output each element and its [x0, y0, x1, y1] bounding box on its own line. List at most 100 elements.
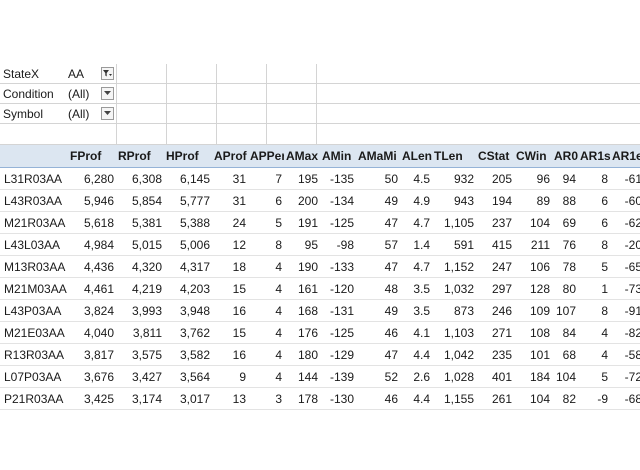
- value-cell[interactable]: 6: [248, 189, 284, 212]
- value-cell[interactable]: 108: [514, 321, 552, 344]
- value-cell[interactable]: 1,103: [432, 321, 476, 344]
- value-cell[interactable]: 15: [212, 321, 248, 344]
- value-cell[interactable]: -91: [610, 299, 640, 322]
- value-cell[interactable]: 297: [476, 277, 514, 300]
- value-cell[interactable]: 104: [514, 211, 552, 234]
- value-cell[interactable]: 76: [552, 233, 578, 256]
- value-cell[interactable]: 57: [356, 233, 400, 256]
- value-cell[interactable]: 6,145: [164, 167, 212, 190]
- value-cell[interactable]: 237: [476, 211, 514, 234]
- value-cell[interactable]: 195: [284, 167, 320, 190]
- value-cell[interactable]: 3,564: [164, 365, 212, 388]
- value-cell[interactable]: 3,427: [116, 365, 164, 388]
- value-cell[interactable]: 1,042: [432, 343, 476, 366]
- value-cell[interactable]: -129: [320, 343, 356, 366]
- value-cell[interactable]: 2.6: [400, 365, 432, 388]
- value-cell[interactable]: 3,017: [164, 387, 212, 410]
- row-label-cell[interactable]: M21E03AA: [0, 321, 68, 344]
- value-cell[interactable]: 5,006: [164, 233, 212, 256]
- value-cell[interactable]: 12: [212, 233, 248, 256]
- value-cell[interactable]: 16: [212, 299, 248, 322]
- value-cell[interactable]: 5,015: [116, 233, 164, 256]
- value-cell[interactable]: -125: [320, 321, 356, 344]
- value-cell[interactable]: 18: [212, 255, 248, 278]
- value-cell[interactable]: -139: [320, 365, 356, 388]
- column-header[interactable]: AMin: [320, 145, 356, 168]
- value-cell[interactable]: 3,817: [68, 343, 116, 366]
- value-cell[interactable]: 4,317: [164, 255, 212, 278]
- value-cell[interactable]: 4,461: [68, 277, 116, 300]
- value-cell[interactable]: 80: [552, 277, 578, 300]
- value-cell[interactable]: 415: [476, 233, 514, 256]
- value-cell[interactable]: 104: [514, 387, 552, 410]
- value-cell[interactable]: 128: [514, 277, 552, 300]
- value-cell[interactable]: 3,575: [116, 343, 164, 366]
- value-cell[interactable]: -65: [610, 255, 640, 278]
- value-cell[interactable]: 6,280: [68, 167, 116, 190]
- value-cell[interactable]: 46: [356, 387, 400, 410]
- value-cell[interactable]: 104: [552, 365, 578, 388]
- value-cell[interactable]: 3,425: [68, 387, 116, 410]
- value-cell[interactable]: -60: [610, 189, 640, 212]
- value-cell[interactable]: 7: [248, 167, 284, 190]
- row-label-cell[interactable]: L31R03AA: [0, 167, 68, 190]
- value-cell[interactable]: -135: [320, 167, 356, 190]
- row-label-cell[interactable]: L43L03AA: [0, 233, 68, 256]
- value-cell[interactable]: 5: [248, 211, 284, 234]
- value-cell[interactable]: 101: [514, 343, 552, 366]
- value-cell[interactable]: 5,388: [164, 211, 212, 234]
- value-cell[interactable]: 271: [476, 321, 514, 344]
- column-header[interactable]: AR0: [552, 145, 578, 168]
- value-cell[interactable]: 873: [432, 299, 476, 322]
- value-cell[interactable]: 3,676: [68, 365, 116, 388]
- value-cell[interactable]: 144: [284, 365, 320, 388]
- value-cell[interactable]: 1,152: [432, 255, 476, 278]
- value-cell[interactable]: 3,824: [68, 299, 116, 322]
- value-cell[interactable]: -62: [610, 211, 640, 234]
- value-cell[interactable]: -9: [578, 387, 610, 410]
- value-cell[interactable]: 13: [212, 387, 248, 410]
- value-cell[interactable]: 68: [552, 343, 578, 366]
- value-cell[interactable]: -131: [320, 299, 356, 322]
- value-cell[interactable]: 31: [212, 189, 248, 212]
- row-label-cell[interactable]: R13R03AA: [0, 343, 68, 366]
- value-cell[interactable]: 191: [284, 211, 320, 234]
- column-header[interactable]: AProf: [212, 145, 248, 168]
- value-cell[interactable]: 4.7: [400, 211, 432, 234]
- value-cell[interactable]: -98: [320, 233, 356, 256]
- row-label-cell[interactable]: M21M03AA: [0, 277, 68, 300]
- row-labels-header[interactable]: [0, 145, 68, 168]
- value-cell[interactable]: 1: [578, 277, 610, 300]
- value-cell[interactable]: 178: [284, 387, 320, 410]
- value-cell[interactable]: 3,174: [116, 387, 164, 410]
- column-header[interactable]: AR1e: [610, 145, 640, 168]
- value-cell[interactable]: -72: [610, 365, 640, 388]
- value-cell[interactable]: -120: [320, 277, 356, 300]
- value-cell[interactable]: 4,984: [68, 233, 116, 256]
- value-cell[interactable]: 109: [514, 299, 552, 322]
- value-cell[interactable]: 4,320: [116, 255, 164, 278]
- value-cell[interactable]: 1,032: [432, 277, 476, 300]
- value-cell[interactable]: 6: [578, 211, 610, 234]
- value-cell[interactable]: 50: [356, 167, 400, 190]
- value-cell[interactable]: 107: [552, 299, 578, 322]
- column-header[interactable]: AMaMi: [356, 145, 400, 168]
- value-cell[interactable]: 4: [248, 255, 284, 278]
- value-cell[interactable]: 591: [432, 233, 476, 256]
- value-cell[interactable]: 4: [248, 365, 284, 388]
- value-cell[interactable]: 246: [476, 299, 514, 322]
- column-header[interactable]: CWin: [514, 145, 552, 168]
- value-cell[interactable]: 4,203: [164, 277, 212, 300]
- value-cell[interactable]: 106: [514, 255, 552, 278]
- value-cell[interactable]: 48: [356, 277, 400, 300]
- value-cell[interactable]: 4.7: [400, 255, 432, 278]
- value-cell[interactable]: 6: [578, 189, 610, 212]
- value-cell[interactable]: 96: [514, 167, 552, 190]
- value-cell[interactable]: -130: [320, 387, 356, 410]
- value-cell[interactable]: -82: [610, 321, 640, 344]
- value-cell[interactable]: 78: [552, 255, 578, 278]
- value-cell[interactable]: 194: [476, 189, 514, 212]
- value-cell[interactable]: 4.4: [400, 387, 432, 410]
- value-cell[interactable]: -68: [610, 387, 640, 410]
- value-cell[interactable]: 52: [356, 365, 400, 388]
